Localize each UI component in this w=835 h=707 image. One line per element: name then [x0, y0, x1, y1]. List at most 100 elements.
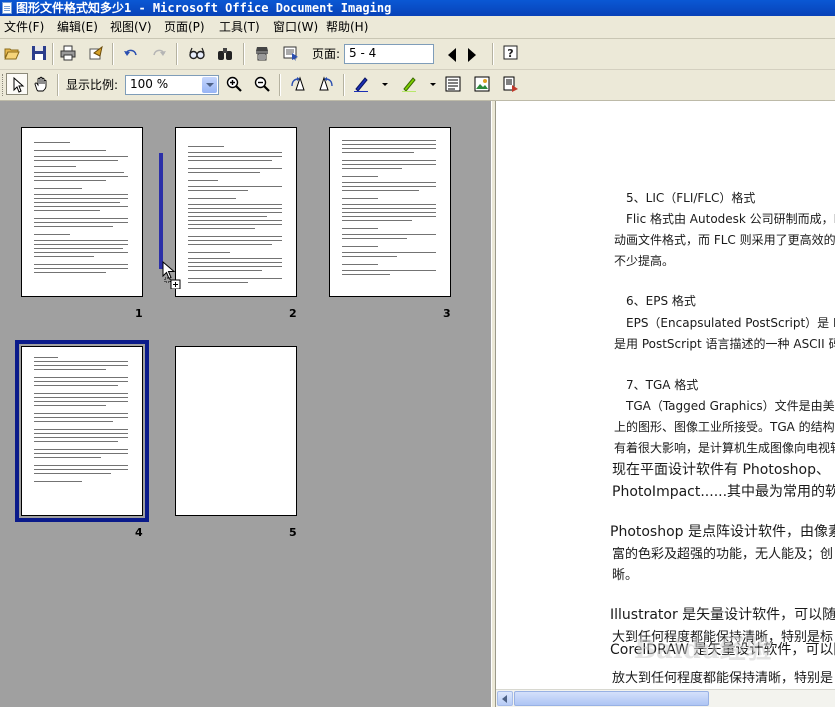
chevron-down-icon[interactable]	[202, 77, 217, 93]
zoom-out-icon	[254, 76, 270, 92]
rotate-left-icon	[291, 76, 305, 91]
scroll-left-icon[interactable]	[497, 691, 513, 706]
rotate-left-button[interactable]	[287, 73, 309, 95]
drag-insertion-indicator	[159, 153, 163, 269]
pen-button[interactable]	[350, 73, 378, 95]
save-icon	[32, 46, 46, 60]
doc-text-line: Flic 格式由 Autodesk 公司研制而成，FLI	[626, 212, 835, 226]
menu-view[interactable]: 视图(V)	[108, 19, 154, 35]
undo-button[interactable]	[120, 42, 142, 64]
page-number-input[interactable]: 5 - 4	[344, 44, 434, 64]
doc-text-line: 不少提高。	[614, 254, 675, 268]
zoom-select-value: 100 %	[130, 77, 169, 91]
highlighter-button[interactable]	[398, 73, 426, 95]
page-thumbnail[interactable]	[21, 127, 143, 297]
zoom-label: 显示比例:	[66, 78, 119, 92]
pen-icon	[354, 77, 368, 92]
drag-copy-cursor-icon	[162, 261, 181, 289]
text-box-icon	[445, 76, 461, 92]
page-label: 页面:	[312, 47, 341, 61]
next-page-icon[interactable]	[468, 48, 476, 62]
print-button[interactable]	[57, 42, 79, 64]
picture-icon	[474, 76, 490, 92]
scrollbar-thumb[interactable]	[514, 691, 709, 706]
zoom-in-button[interactable]	[223, 73, 245, 95]
menu-file[interactable]: 文件(F)	[2, 19, 46, 35]
doc-text-line: 现在平面设计软件有 Photoshop、	[612, 462, 831, 478]
open-button[interactable]	[1, 42, 23, 64]
zoom-in-icon	[226, 76, 242, 92]
separator	[176, 43, 177, 65]
window-title: 图形文件格式知多少1 - Microsoft Office Document I…	[16, 1, 392, 15]
pen-dropdown-icon[interactable]	[382, 83, 388, 86]
previous-page-icon[interactable]	[448, 48, 456, 62]
redo-button[interactable]	[148, 42, 170, 64]
zoom-select[interactable]: 100 %	[125, 75, 219, 95]
translate-button[interactable]	[280, 42, 302, 64]
send-icon	[89, 45, 103, 60]
thumbnail-number: 5	[289, 526, 297, 539]
page-thumbnail[interactable]	[175, 127, 297, 297]
annotation-toolbar: 显示比例: 100 %	[0, 70, 835, 101]
pan-tool-button[interactable]	[30, 73, 52, 95]
thumbnail-number: 3	[443, 307, 451, 320]
menu-edit[interactable]: 编辑(E)	[55, 19, 100, 35]
doc-text-line: 富的色彩及超强的功能，无人能及；创	[612, 547, 834, 562]
page-thumbnail[interactable]	[175, 346, 297, 516]
separator	[112, 43, 113, 65]
doc-text-line: EPS（Encapsulated PostScript）是 PC 机	[626, 316, 835, 330]
doc-text-line: 上的图形、图像工业所接受。TGA 的结构比	[614, 420, 835, 434]
help-icon: ?	[503, 45, 518, 60]
ocr-button[interactable]	[251, 42, 273, 64]
baidu-watermark: Baidu经验	[634, 635, 772, 665]
picture-button[interactable]	[471, 73, 493, 95]
thumbnail-number: 1	[135, 307, 143, 320]
thumbnail-number: 4	[135, 526, 143, 539]
doc-text-line: Illustrator 是矢量设计软件，可以随意	[610, 607, 835, 623]
rotate-right-button[interactable]	[315, 73, 337, 95]
search-button[interactable]	[214, 42, 236, 64]
doc-text-line: TGA（Tagged Graphics）文件是由美国 T	[626, 399, 835, 413]
doc-text-line: 放大到任何程度都能保持清晰，特别是	[612, 671, 834, 686]
doc-text-line: 有着很大影响，是计算机生成图像向电视转	[614, 441, 835, 455]
save-button[interactable]	[28, 42, 50, 64]
menu-bar: 文件(F) 编辑(E) 视图(V) 页面(P) 工具(T) 窗口(W) 帮助(H…	[0, 16, 835, 39]
find-button[interactable]	[186, 42, 208, 64]
thumbnail-pane[interactable]: 1 2 3 4 5	[0, 101, 491, 707]
separator	[57, 74, 58, 96]
reading-view-icon	[503, 76, 518, 92]
reading-view-button[interactable]	[500, 73, 522, 95]
menu-tools[interactable]: 工具(T)	[217, 19, 262, 35]
menu-help[interactable]: 帮助(H)	[324, 19, 370, 35]
separator	[343, 74, 344, 96]
redo-icon	[153, 49, 166, 56]
highlighter-icon	[402, 77, 416, 92]
page-thumbnail-selected[interactable]	[21, 346, 143, 516]
send-button[interactable]	[85, 42, 107, 64]
zoom-out-button[interactable]	[251, 73, 273, 95]
horizontal-scrollbar[interactable]	[496, 689, 835, 707]
highlighter-dropdown-icon[interactable]	[430, 83, 436, 86]
ocr-icon	[256, 47, 268, 61]
document-app-icon[interactable]	[2, 2, 12, 14]
select-arrow-icon	[13, 77, 25, 93]
doc-text-line: 晰。	[612, 568, 639, 583]
svg-text:?: ?	[507, 47, 513, 60]
doc-heading: 6、EPS 格式	[626, 294, 696, 308]
doc-text-line: Photoshop 是点阵设计软件，由像素	[610, 524, 835, 540]
doc-heading: 7、TGA 格式	[626, 378, 699, 392]
text-box-button[interactable]	[442, 73, 464, 95]
menu-page[interactable]: 页面(P)	[162, 19, 207, 35]
separator	[492, 43, 493, 65]
glasses-icon	[189, 47, 205, 60]
hand-pan-icon	[34, 76, 47, 92]
doc-heading: 5、LIC（FLI/FLC）格式	[626, 191, 756, 205]
binoculars-icon	[218, 48, 232, 60]
select-tool-button[interactable]	[6, 73, 28, 95]
document-view[interactable]: 5、LIC（FLI/FLC）格式 Flic 格式由 Autodesk 公司研制而…	[496, 101, 835, 707]
separator	[52, 43, 53, 65]
menu-window[interactable]: 窗口(W)	[271, 19, 320, 35]
help-button[interactable]: ?	[500, 42, 522, 64]
page-thumbnail[interactable]	[329, 127, 451, 297]
print-icon	[60, 45, 76, 61]
